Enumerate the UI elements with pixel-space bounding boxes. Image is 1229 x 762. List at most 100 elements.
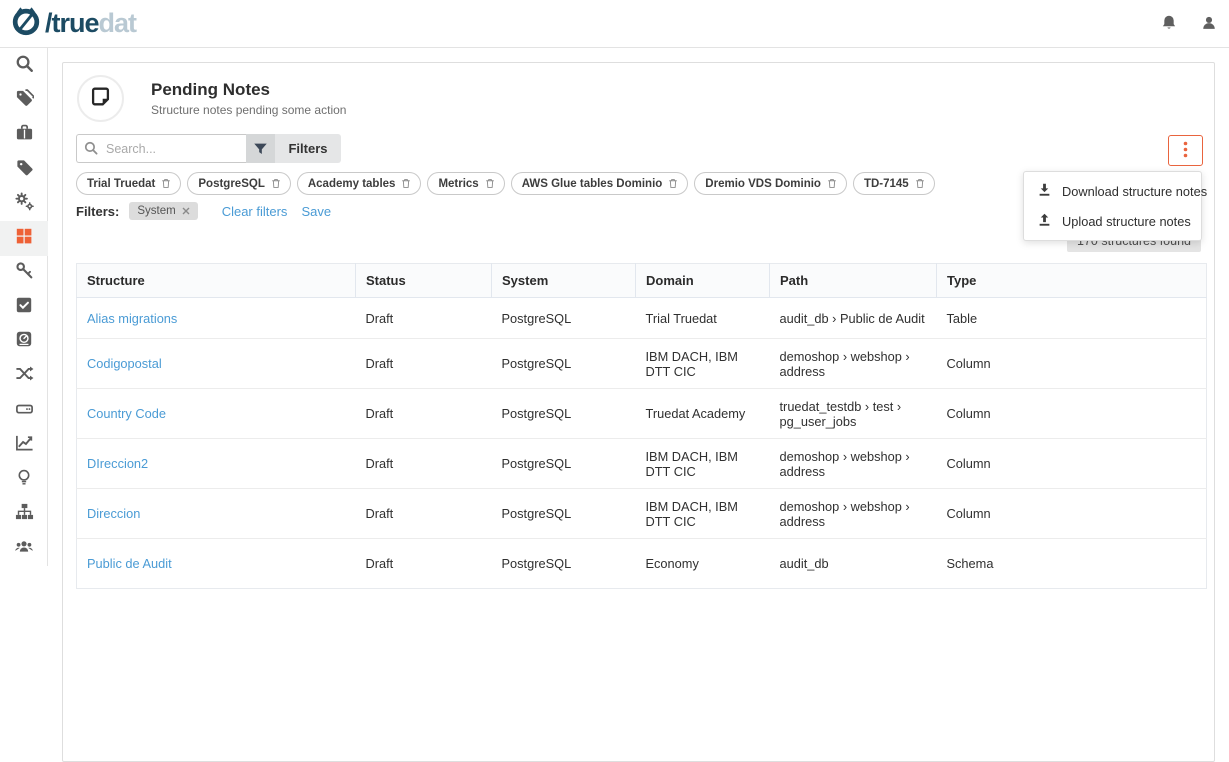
filter-chip: Trial Truedat: [76, 172, 181, 195]
gauge-icon: [15, 330, 33, 353]
sidebar-item-shuffle[interactable]: [0, 359, 48, 393]
table-row: Codigopostal Draft PostgreSQL IBM DACH, …: [77, 339, 1207, 389]
trash-icon[interactable]: [485, 178, 495, 189]
path-cell: truedat_testdb › test › pg_user_jobs: [770, 389, 937, 439]
clear-filters-link[interactable]: Clear filters: [222, 204, 288, 219]
structure-link[interactable]: Public de Audit: [87, 556, 172, 571]
chart-line-icon: [15, 433, 34, 457]
actions-kebab-button[interactable]: [1168, 135, 1203, 166]
type-cell: Column: [937, 489, 1207, 539]
user-profile-button[interactable]: [1189, 0, 1229, 48]
pending-notes-panel: Pending Notes Structure notes pending so…: [62, 62, 1215, 762]
menu-item-label: Upload structure notes: [1062, 214, 1191, 229]
trash-icon[interactable]: [827, 178, 837, 189]
domain-cell: Trial Truedat: [636, 298, 770, 339]
sidebar-item-key[interactable]: [0, 256, 48, 290]
logo-text: /truedat: [45, 8, 136, 39]
system-cell: PostgreSQL: [492, 539, 636, 589]
domain-cell: Economy: [636, 539, 770, 589]
search-input[interactable]: [76, 134, 246, 163]
kebab-icon: [1183, 141, 1188, 161]
user-icon: [1200, 13, 1218, 36]
type-cell: Column: [937, 439, 1207, 489]
column-header-structure[interactable]: Structure: [77, 264, 356, 298]
trash-icon[interactable]: [271, 178, 281, 189]
applied-filters-bar: Filters: System Clear filters Save: [76, 202, 331, 220]
page-subtitle: Structure notes pending some action: [151, 103, 346, 117]
applied-filter-label: System: [137, 205, 175, 217]
table-row: DIreccion2 Draft PostgreSQL IBM DACH, IB…: [77, 439, 1207, 489]
bell-icon: [1160, 13, 1178, 36]
trash-icon[interactable]: [161, 178, 171, 189]
structure-link[interactable]: Alias migrations: [87, 311, 177, 326]
sidebar-item-users[interactable]: [0, 532, 48, 566]
column-header-domain[interactable]: Domain: [636, 264, 770, 298]
path-cell: demoshop › webshop › address: [770, 489, 937, 539]
filter-chip: PostgreSQL: [187, 172, 290, 195]
domain-cell: IBM DACH, IBM DTT CIC: [636, 439, 770, 489]
structure-link[interactable]: Codigopostal: [87, 356, 162, 371]
sidebar-item-tags[interactable]: [0, 83, 48, 117]
topbar: /truedat: [0, 0, 1229, 48]
structure-link[interactable]: Country Code: [87, 406, 166, 421]
sidebar-item-sitemap[interactable]: [0, 497, 48, 531]
page-title: Pending Notes: [151, 80, 346, 100]
filter-chip: AWS Glue tables Dominio: [511, 172, 689, 195]
column-header-system[interactable]: System: [492, 264, 636, 298]
filter-chip-label: TD-7145: [864, 178, 909, 190]
sidebar-item-gauge[interactable]: [0, 325, 48, 359]
system-cell: PostgreSQL: [492, 489, 636, 539]
column-header-path[interactable]: Path: [770, 264, 937, 298]
table-header-row: Structure Status System Domain Path Type: [77, 264, 1207, 298]
filter-chip-label: AWS Glue tables Dominio: [522, 178, 663, 190]
sidebar-item-check-square[interactable]: [0, 290, 48, 324]
type-cell: Column: [937, 389, 1207, 439]
table-row: Direccion Draft PostgreSQL IBM DACH, IBM…: [77, 489, 1207, 539]
status-cell: Draft: [356, 539, 492, 589]
filter-chip-label: Academy tables: [308, 178, 396, 190]
sidebar-item-gears[interactable]: [0, 187, 48, 221]
structure-link[interactable]: Direccion: [87, 506, 140, 521]
download-icon: [1037, 182, 1052, 200]
status-cell: Draft: [356, 489, 492, 539]
structure-link[interactable]: DIreccion2: [87, 456, 148, 471]
structure-cell: Public de Audit: [77, 539, 356, 589]
sidebar-item-briefcase[interactable]: [0, 118, 48, 152]
system-cell: PostgreSQL: [492, 439, 636, 489]
type-cell: Column: [937, 339, 1207, 389]
filters-button[interactable]: Filters: [246, 134, 341, 163]
domain-cell: IBM DACH, IBM DTT CIC: [636, 489, 770, 539]
truedat-logo[interactable]: /truedat: [10, 5, 136, 42]
table-row: Public de Audit Draft PostgreSQL Economy…: [77, 539, 1207, 589]
structures-table: Structure Status System Domain Path Type…: [76, 263, 1206, 589]
system-cell: PostgreSQL: [492, 339, 636, 389]
column-header-type[interactable]: Type: [937, 264, 1207, 298]
gears-icon: [15, 192, 34, 216]
trash-icon[interactable]: [401, 178, 411, 189]
lightbulb-icon: [15, 468, 33, 492]
trash-icon[interactable]: [668, 178, 678, 189]
trash-icon[interactable]: [915, 178, 925, 189]
notifications-button[interactable]: [1149, 0, 1189, 48]
menu-item-upload-structure-notes[interactable]: Upload structure notes: [1024, 206, 1201, 236]
menu-item-download-structure-notes[interactable]: Download structure notes: [1024, 176, 1201, 206]
status-cell: Draft: [356, 389, 492, 439]
status-cell: Draft: [356, 339, 492, 389]
filter-chip-label: PostgreSQL: [198, 178, 264, 190]
menu-item-label: Download structure notes: [1062, 184, 1207, 199]
system-cell: PostgreSQL: [492, 298, 636, 339]
close-icon[interactable]: [182, 207, 190, 215]
sidebar-item-tag[interactable]: [0, 152, 48, 186]
type-cell: Schema: [937, 539, 1207, 589]
sidebar-item-search[interactable]: [0, 49, 48, 83]
path-cell: audit_db › Public de Audit: [770, 298, 937, 339]
save-filters-link[interactable]: Save: [301, 204, 331, 219]
panel-header: Pending Notes Structure notes pending so…: [77, 75, 346, 122]
sidebar-item-drive[interactable]: [0, 394, 48, 428]
sidebar-item-chart-line[interactable]: [0, 428, 48, 462]
sidebar-item-lightbulb[interactable]: [0, 463, 48, 497]
column-header-status[interactable]: Status: [356, 264, 492, 298]
sidebar-item-grid[interactable]: [0, 221, 48, 255]
path-cell: audit_db: [770, 539, 937, 589]
sidebar: [0, 48, 48, 566]
